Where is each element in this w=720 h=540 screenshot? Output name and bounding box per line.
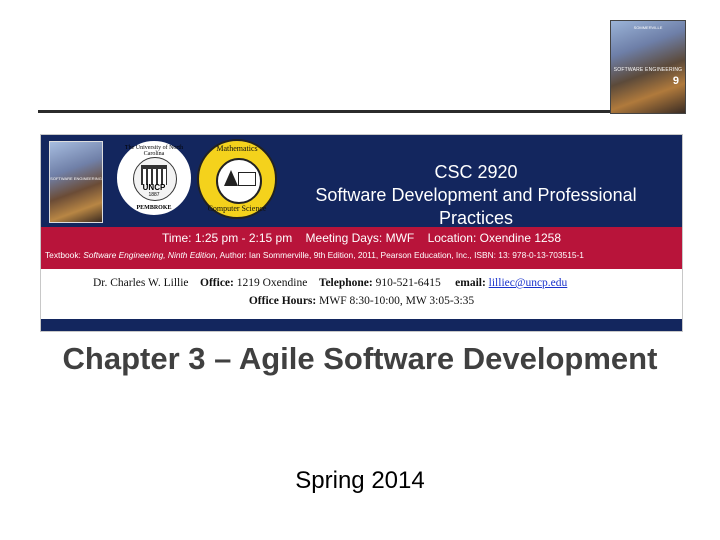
instructor-name: Dr. Charles W. Lillie	[93, 277, 189, 289]
monitor-icon	[238, 172, 256, 186]
cover-edition: 9	[672, 75, 679, 87]
email-label: email:	[455, 277, 486, 289]
cover-author: SOMMERVILLE	[633, 25, 663, 30]
office-hours-value: MWF 8:30-10:00, MW 3:05-3:35	[319, 295, 475, 307]
math-logo-bottom-text: Computer Science	[207, 204, 267, 213]
banner-book-title: SOFTWARE ENGINEERING	[50, 176, 102, 181]
university-seal-logo: The University of North Carolina UNCP 18…	[115, 139, 193, 217]
textbook-details: , Author: Ian Sommerville, 9th Edition, …	[215, 250, 584, 260]
building-icon	[141, 165, 167, 185]
instructor-line: Dr. Charles W. Lillie Office: 1219 Oxend…	[93, 277, 567, 289]
schedule-bar: Time: 1:25 pm - 2:15 pm Meeting Days: MW…	[41, 227, 682, 269]
course-code: CSC 2920	[434, 162, 518, 182]
textbook-title: Software Engineering, Ninth Edition	[83, 250, 216, 260]
cover-title: SOFTWARE ENGINEERING	[613, 67, 683, 73]
seal-ring-top-text: The University of North Carolina	[124, 145, 184, 157]
banner-footer-bar	[41, 319, 682, 331]
office-hours-label: Office Hours:	[248, 295, 317, 307]
banner-book-image: SOFTWARE ENGINEERING	[49, 141, 103, 223]
textbook-cover-image: SOMMERVILLE SOFTWARE ENGINEERING 9	[610, 20, 686, 114]
computer-icon	[216, 158, 262, 204]
header-rule	[38, 110, 610, 113]
office-hours-line: Office Hours: MWF 8:30-10:00, MW 3:05-3:…	[41, 295, 682, 307]
triangle-icon	[224, 170, 238, 186]
textbook-line: Textbook: Software Engineering, Ninth Ed…	[45, 250, 678, 260]
slide-title: Chapter 3 – Agile Software Development	[62, 341, 658, 376]
slide-subtitle: Spring 2014	[295, 467, 425, 494]
math-logo-top-text: Mathematics	[216, 144, 258, 153]
course-heading: CSC 2920 Software Development and Profes…	[291, 161, 661, 230]
office-label: Office:	[200, 277, 234, 289]
schedule-text: Time: 1:25 pm - 2:15 pm Meeting Days: MW…	[161, 231, 562, 245]
course-name: Software Development and Professional Pr…	[315, 185, 637, 228]
email-link[interactable]: lilliec@uncp.edu	[489, 277, 568, 289]
banner-header: SOFTWARE ENGINEERING The University of N…	[41, 135, 682, 230]
math-cs-logo: Mathematics Computer Science	[197, 139, 277, 219]
telephone-value: 910-521-6415	[375, 277, 441, 289]
office-value: 1219 Oxendine	[236, 277, 308, 289]
seal-ring-bottom-text: PEMBROKE	[136, 205, 172, 211]
seal-name: UNCP	[142, 183, 166, 192]
course-banner: SOFTWARE ENGINEERING The University of N…	[40, 134, 683, 332]
seal-year: 1887	[148, 192, 160, 198]
textbook-prefix: Textbook:	[45, 250, 84, 260]
instructor-info: Dr. Charles W. Lillie Office: 1219 Oxend…	[41, 269, 682, 319]
telephone-label: Telephone:	[318, 277, 373, 289]
